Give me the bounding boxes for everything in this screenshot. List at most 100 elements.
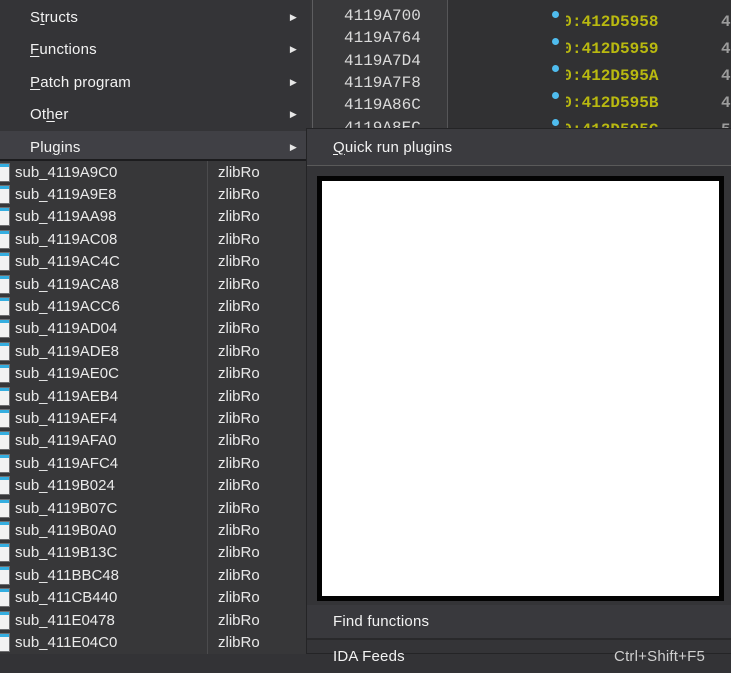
hex-address: 0:412D5959 (566, 40, 658, 58)
function-row[interactable]: sub_4119AE0C zlibRo (0, 363, 310, 385)
submenu-arrow-icon: ▶ (289, 141, 297, 152)
hex-row[interactable]: 0:412D5958 4 (448, 8, 731, 35)
function-icon (0, 229, 10, 249)
hex-row[interactable]: 0:412D5959 4 (448, 35, 731, 62)
function-module: zlibRo (218, 298, 260, 316)
breakpoint-dot-icon[interactable] (552, 38, 559, 45)
hex-view-window: 0:412D5957 0:412D5958 4 0:412D5959 4 0:4… (447, 0, 731, 142)
function-name: sub_411CB440 (15, 589, 118, 607)
function-module: zlibRo (218, 432, 260, 450)
function-row[interactable]: sub_4119AC08 zlibRo (0, 228, 310, 250)
submenu-arrow-icon: ▶ (289, 44, 297, 55)
function-row[interactable]: sub_4119B13C zlibRo (0, 542, 310, 564)
function-row[interactable]: sub_4119ACA8 zlibRo (0, 273, 310, 295)
address-value: 4119A764 (344, 29, 421, 48)
function-row[interactable]: sub_4119AD04 zlibRo (0, 318, 310, 340)
function-row[interactable]: sub_4119ACC6 zlibRo (0, 295, 310, 317)
function-row[interactable]: sub_4119AFA0 zlibRo (0, 430, 310, 452)
function-module: zlibRo (218, 230, 260, 248)
menu-item-patch-program[interactable]: Patch program ▶ (0, 66, 310, 99)
breakpoint-dot-icon[interactable] (552, 92, 559, 99)
function-row[interactable]: sub_4119B0A0 zlibRo (0, 519, 310, 541)
function-icon (0, 341, 10, 361)
function-row[interactable]: sub_411CB440 zlibRo (0, 586, 310, 608)
hex-row[interactable]: 0:412D595B 4 (448, 89, 731, 116)
breakpoint-dot-icon[interactable] (552, 119, 559, 126)
breakpoint-dot-icon[interactable] (552, 65, 559, 72)
function-icon (0, 565, 10, 585)
hex-address-value: :412D5959 (572, 39, 659, 58)
function-name: sub_4119AEB4 (15, 387, 119, 405)
function-module: zlibRo (218, 253, 260, 271)
function-row[interactable]: sub_411E0478 zlibRo (0, 609, 310, 631)
edit-menu-popup: Structs ▶ Functions ▶ Patch program ▶ Ot… (0, 0, 310, 161)
function-name: sub_411BBC48 (15, 566, 119, 584)
function-row[interactable]: sub_4119AFC4 zlibRo (0, 452, 310, 474)
function-icon (0, 498, 10, 518)
function-module: zlibRo (218, 186, 260, 204)
function-module: zlibRo (218, 566, 260, 584)
function-row[interactable]: sub_4119A9C0 zlibRo (0, 161, 310, 183)
function-name: sub_4119B07C (15, 499, 118, 517)
function-module: zlibRo (218, 633, 260, 651)
function-icon (0, 252, 10, 272)
menu-item-functions[interactable]: Functions ▶ (0, 34, 310, 67)
hex-row[interactable]: 0:412D595A 4 (448, 62, 731, 89)
function-icon (0, 632, 10, 652)
function-row[interactable]: sub_4119AEB4 zlibRo (0, 385, 310, 407)
address-row[interactable]: 4119A7D4 (313, 50, 447, 72)
menu-item-other[interactable]: Other ▶ (0, 99, 310, 132)
function-name: sub_4119B024 (15, 477, 115, 495)
function-icon (0, 274, 10, 294)
hex-byte-value: 4 (721, 39, 731, 58)
address-row[interactable]: 4119A764 (313, 27, 447, 49)
function-icon (0, 520, 10, 540)
function-icon (0, 408, 10, 428)
function-name: sub_4119B13C (15, 544, 118, 562)
function-module: zlibRo (218, 342, 260, 360)
menu-item-label: Structs (30, 8, 79, 26)
address-row[interactable]: 4119A86C (313, 94, 447, 116)
hex-address: 0:412D595B (566, 94, 658, 112)
function-row[interactable]: sub_4119ADE8 zlibRo (0, 340, 310, 362)
hex-address-value: :412D5957 (572, 0, 658, 4)
submenu-arrow-icon: ▶ (289, 76, 297, 87)
function-module: zlibRo (218, 477, 260, 495)
submenu-item-find-functions[interactable]: Find functions (307, 605, 731, 638)
menu-item-plugins[interactable]: Plugins ▶ (0, 131, 310, 159)
menu-item-structs[interactable]: Structs ▶ (0, 1, 310, 34)
function-icon (0, 543, 10, 563)
function-icon (0, 297, 10, 317)
function-name: sub_4119AA98 (15, 208, 117, 226)
function-name: sub_4119A9E8 (15, 186, 117, 204)
menu-item-label: Functions (30, 41, 97, 59)
address-row[interactable]: 4119A7F8 (313, 72, 447, 94)
function-module: zlibRo (218, 544, 260, 562)
function-row[interactable]: sub_4119AEF4 zlibRo (0, 407, 310, 429)
function-module: zlibRo (218, 275, 260, 293)
function-module: zlibRo (218, 611, 260, 629)
menu-item-label: Other (30, 106, 69, 124)
function-name: sub_4119AD04 (15, 320, 118, 338)
function-module: zlibRo (218, 409, 260, 427)
function-icon (0, 453, 10, 473)
function-row[interactable]: sub_4119B024 zlibRo (0, 474, 310, 496)
function-module: zlibRo (218, 387, 260, 405)
function-row[interactable]: sub_4119AC4C zlibRo (0, 251, 310, 273)
function-module: zlibRo (218, 320, 260, 338)
function-row[interactable]: sub_411BBC48 zlibRo (0, 564, 310, 586)
function-row[interactable]: sub_4119AA98 zlibRo (0, 206, 310, 228)
function-row[interactable]: sub_411E04C0 zlibRo (0, 631, 310, 653)
function-name: sub_4119A9C0 (15, 163, 118, 181)
hex-row[interactable]: 0:412D5957 (448, 0, 731, 8)
submenu-arrow-icon: ▶ (289, 109, 297, 120)
function-row[interactable]: sub_4119B07C zlibRo (0, 497, 310, 519)
submenu-item-quick-run-plugins[interactable]: Quick run plugins (307, 129, 731, 165)
function-row[interactable]: sub_4119A9E8 zlibRo (0, 183, 310, 205)
breakpoint-dot-icon[interactable] (552, 11, 559, 18)
function-name: sub_4119AC08 (15, 230, 118, 248)
function-icon (0, 610, 10, 630)
submenu-item-ida-feeds[interactable]: IDA Feeds Ctrl+Shift+F5 (307, 640, 731, 673)
submenu-item-label: Quick run plugins (333, 138, 453, 156)
address-row[interactable]: 4119A700 (313, 5, 447, 27)
